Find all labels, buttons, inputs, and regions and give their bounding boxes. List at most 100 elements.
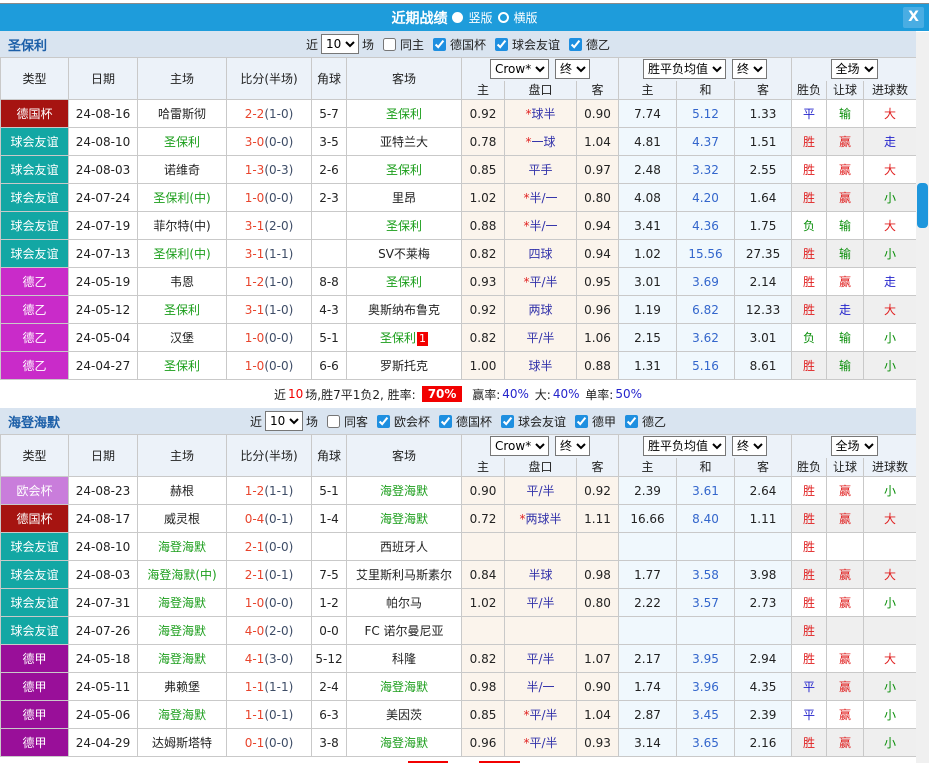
home-team-cell: 海登海默 — [138, 533, 227, 561]
same-venue-checkbox[interactable] — [327, 415, 340, 428]
score-cell: 4-0(2-0) — [227, 617, 312, 645]
result-cell: 胜 — [792, 589, 827, 617]
result-cell: 平 — [792, 673, 827, 701]
avg-odds-cell: 2.39 — [735, 701, 792, 729]
away-team-cell: 艾里斯利马斯素尔 — [347, 561, 462, 589]
home-team-cell: 哈雷斯彻 — [138, 100, 227, 128]
away-odds-cell: 0.96 — [577, 296, 619, 324]
sub-column-header: 客 — [577, 458, 619, 477]
league-checkbox[interactable] — [377, 415, 390, 428]
match-row: 德乙24-05-19韦恩1-2(1-0)8-8圣保利0.93*平/半0.953.… — [1, 268, 917, 296]
odds-source-select[interactable]: Crow* — [490, 59, 549, 79]
avg-select[interactable]: 胜平负均值 — [643, 59, 726, 79]
avg-stage-select[interactable]: 终 — [732, 436, 767, 456]
titlebar: 近期战绩 竖版 横版 X — [0, 4, 929, 31]
halftime-score: (3-0) — [264, 652, 293, 666]
vertical-radio-label[interactable]: 竖版 — [468, 9, 492, 26]
league-checkbox[interactable] — [575, 415, 588, 428]
home-odds-cell — [462, 617, 505, 645]
match-type-cell: 德乙 — [1, 296, 69, 324]
fulltime-score: 4-1 — [245, 652, 265, 666]
column-header: 比分(半场) — [227, 58, 312, 100]
handicap-cell: 两球 — [505, 296, 577, 324]
avg-odds-cell: 2.48 — [619, 156, 677, 184]
corner-cell: 5-1 — [312, 477, 347, 505]
summary-row — [0, 757, 916, 763]
column-header: 比分(半场) — [227, 435, 312, 477]
vertical-radio[interactable] — [452, 12, 463, 23]
summary-lead: 近 — [274, 386, 286, 403]
sub-column-header: 进球数 — [864, 458, 917, 477]
league-checkbox[interactable] — [495, 38, 508, 51]
handicap-star: * — [525, 107, 531, 121]
league-checkbox[interactable] — [439, 415, 452, 428]
away-odds-cell: 0.80 — [577, 184, 619, 212]
result-cell: 胜 — [792, 128, 827, 156]
halftime-score: (0-1) — [264, 512, 293, 526]
halftime-score: (1-1) — [264, 247, 293, 261]
handicap-cell: 平/半 — [505, 589, 577, 617]
league-checkbox[interactable] — [501, 415, 514, 428]
league-checkbox-label: 德国杯 — [456, 413, 492, 430]
home-odds-cell: 0.98 — [462, 673, 505, 701]
date-cell: 24-08-23 — [69, 477, 138, 505]
home-team-cell: 汉堡 — [138, 324, 227, 352]
horizontal-radio[interactable] — [498, 12, 509, 23]
horizontal-radio-label[interactable]: 横版 — [514, 9, 538, 26]
home-odds-cell: 0.78 — [462, 128, 505, 156]
odds-stage-select[interactable]: 终 — [555, 436, 590, 456]
fulltime-score: 4-0 — [245, 624, 265, 638]
column-header: 类型 — [1, 435, 69, 477]
fulltime-score: 1-1 — [245, 708, 265, 722]
score-cell: 1-0(0-0) — [227, 589, 312, 617]
handicap-result-cell: 输 — [827, 324, 864, 352]
result-cell: 胜 — [792, 617, 827, 645]
away-team-cell: 圣保利1 — [347, 324, 462, 352]
match-count-select[interactable]: 10 — [265, 411, 303, 431]
away-odds-cell: 0.90 — [577, 673, 619, 701]
away-team-cell: 美因茨 — [347, 701, 462, 729]
scope-select[interactable]: 全场 — [831, 59, 878, 79]
away-team-cell: 罗斯托克 — [347, 352, 462, 380]
league-checkbox[interactable] — [569, 38, 582, 51]
home-odds-cell: 0.85 — [462, 701, 505, 729]
avg-select[interactable]: 胜平负均值 — [643, 436, 726, 456]
scrollbar-thumb[interactable] — [917, 183, 928, 228]
scope-group: 全场 — [792, 435, 917, 458]
score-cell: 1-0(0-0) — [227, 184, 312, 212]
sub-column-header: 客 — [735, 81, 792, 100]
odds-stage-select[interactable]: 终 — [555, 59, 590, 79]
same-venue-checkbox[interactable] — [383, 38, 396, 51]
league-checkbox[interactable] — [625, 415, 638, 428]
league-checkbox[interactable] — [433, 38, 446, 51]
close-icon[interactable]: X — [903, 7, 924, 28]
scope-select[interactable]: 全场 — [831, 436, 878, 456]
avg-stage-select[interactable]: 终 — [732, 59, 767, 79]
fulltime-score: 1-0 — [245, 596, 265, 610]
goals-result-cell: 小 — [864, 701, 917, 729]
halftime-score: (1-0) — [264, 107, 293, 121]
scrollbar-track[interactable] — [916, 32, 929, 763]
match-count-select[interactable]: 10 — [321, 34, 359, 54]
corner-cell: 2-6 — [312, 156, 347, 184]
avg-odds-cell: 2.94 — [735, 645, 792, 673]
home-team-cell: 诺维奇 — [138, 156, 227, 184]
halftime-score: (0-3) — [264, 163, 293, 177]
handicap-result-cell: 输 — [827, 100, 864, 128]
sub-column-header: 盘口 — [505, 81, 577, 100]
match-row: 德甲24-04-29达姆斯塔特0-1(0-0)3-8海登海默0.96*平/半0.… — [1, 729, 917, 757]
handicap-result-cell: 赢 — [827, 477, 864, 505]
avg-odds-cell: 2.73 — [735, 589, 792, 617]
goals-result-cell — [864, 617, 917, 645]
home-odds-cell — [462, 533, 505, 561]
odds-source-select[interactable]: Crow* — [490, 436, 549, 456]
handicap-result-cell — [827, 533, 864, 561]
result-cell: 平 — [792, 100, 827, 128]
corner-cell: 0-0 — [312, 617, 347, 645]
avg-odds-cell: 1.77 — [619, 561, 677, 589]
avg-odds-cell — [735, 617, 792, 645]
section-header: 圣保利近10场同主德国杯球会友谊德乙 — [0, 31, 916, 57]
date-cell: 24-05-04 — [69, 324, 138, 352]
result-cell: 胜 — [792, 505, 827, 533]
avg-odds-cell: 12.33 — [735, 296, 792, 324]
